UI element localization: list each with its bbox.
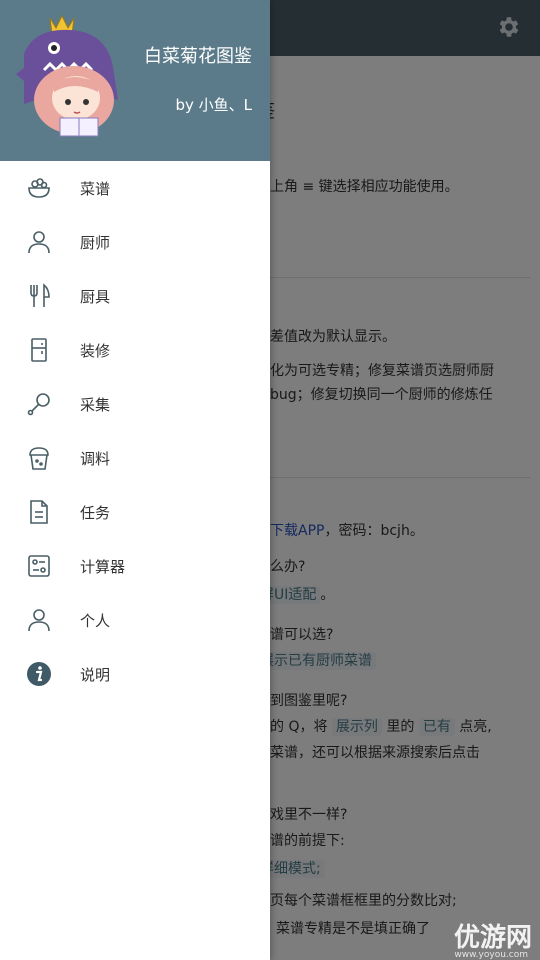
- person-icon: [28, 231, 50, 254]
- info-icon: [27, 662, 51, 686]
- menu-label: 菜谱: [80, 180, 111, 198]
- watermark-text: 优游网: [453, 923, 532, 953]
- mascot-avatar: [16, 14, 118, 137]
- menu-label: 个人: [80, 612, 111, 630]
- menu-label: 任务: [80, 504, 111, 522]
- drawer-menu: 菜谱 厨师 厨具 装修 采集 调料 任务 计算器 个人 说明: [0, 161, 270, 701]
- document-icon: [30, 500, 48, 524]
- menu-item-about[interactable]: 说明: [0, 647, 270, 701]
- menu-item-calculator[interactable]: 计算器: [0, 539, 270, 593]
- menu-label: 装修: [80, 342, 111, 360]
- navigation-drawer: 白菜菊花图鉴 by 小鱼、L 菜谱 厨师 厨具 装修 采集 调料 任务 计算器 …: [0, 0, 270, 960]
- utensils-icon: [30, 283, 50, 307]
- menu-label: 厨具: [80, 288, 111, 306]
- calculator-icon: [28, 555, 50, 577]
- seasoning-icon: [29, 447, 49, 470]
- app-title: 白菜菊花图鉴: [144, 46, 252, 67]
- menu-item-equipment[interactable]: 厨具: [0, 269, 270, 323]
- menu-item-chefs[interactable]: 厨师: [0, 215, 270, 269]
- drawer-header: 白菜菊花图鉴 by 小鱼、L: [0, 0, 270, 161]
- app-author: by 小鱼、L: [175, 96, 252, 114]
- menu-item-recipes[interactable]: 菜谱: [0, 161, 270, 215]
- person-icon: [28, 609, 50, 632]
- menu-label: 厨师: [80, 234, 111, 252]
- menu-item-seasoning[interactable]: 调料: [0, 431, 270, 485]
- menu-label: 说明: [80, 666, 111, 684]
- recipe-bowl-icon: [28, 178, 50, 198]
- menu-label: 调料: [80, 450, 111, 468]
- menu-item-gather[interactable]: 采集: [0, 377, 270, 431]
- cabinet-icon: [31, 338, 47, 362]
- menu-item-personal[interactable]: 个人: [0, 593, 270, 647]
- menu-item-tasks[interactable]: 任务: [0, 485, 270, 539]
- watermark-url: www.yoyou.com: [454, 950, 528, 960]
- menu-item-decoration[interactable]: 装修: [0, 323, 270, 377]
- drumstick-icon: [27, 393, 50, 416]
- menu-label: 采集: [80, 396, 111, 414]
- menu-label: 计算器: [80, 558, 126, 576]
